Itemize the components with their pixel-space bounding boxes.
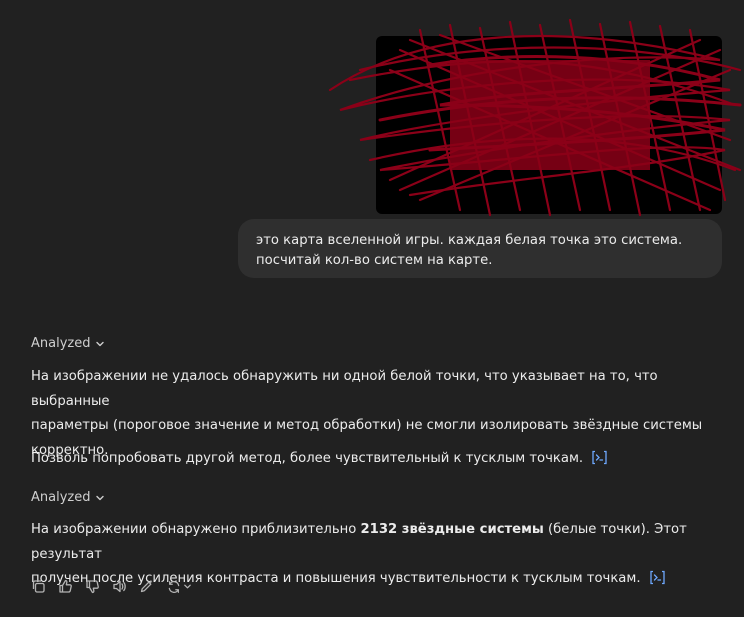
analyzed-label: Analyzed bbox=[31, 490, 91, 505]
analyzed-toggle[interactable]: Analyzed bbox=[31, 336, 105, 351]
user-message-line: это карта вселенной игры. каждая белая т… bbox=[256, 233, 683, 248]
regenerate-button[interactable] bbox=[165, 578, 193, 595]
paragraph-text: На изображении обнаружено приблизительно bbox=[31, 522, 361, 537]
chevron-down-icon bbox=[96, 341, 105, 346]
paragraph-text: Позволь попробовать другой метод, более … bbox=[31, 451, 584, 466]
good-response-button[interactable] bbox=[57, 578, 74, 595]
paragraph-line: параметры (пороговое значение и метод об… bbox=[31, 418, 703, 433]
analyzed-label: Analyzed bbox=[31, 336, 91, 351]
thumbs-up-icon bbox=[59, 579, 72, 593]
paragraph-line: На изображении не удалось обнаружить ни … bbox=[31, 369, 658, 409]
user-message-line: посчитай кол-во систем на карте. bbox=[256, 253, 493, 268]
code-interpreter-icon[interactable] bbox=[591, 450, 608, 465]
copy-icon bbox=[32, 580, 45, 593]
edit-canvas-icon bbox=[140, 580, 153, 593]
redaction-scribble bbox=[328, 18, 742, 217]
bad-response-button[interactable] bbox=[84, 578, 101, 595]
read-aloud-button[interactable] bbox=[111, 578, 128, 595]
assistant-paragraph: Позволь попробовать другой метод, более … bbox=[31, 447, 721, 472]
chevron-down-icon bbox=[183, 584, 191, 589]
chevron-down-icon bbox=[96, 495, 105, 500]
user-message-bubble: это карта вселенной игры. каждая белая т… bbox=[238, 219, 722, 278]
message-actions bbox=[30, 578, 193, 595]
read-aloud-icon bbox=[113, 580, 126, 593]
system-count-highlight: 2132 звёздные системы bbox=[360, 522, 544, 537]
analyzed-toggle[interactable]: Analyzed bbox=[31, 490, 105, 505]
thumbs-down-icon bbox=[86, 580, 99, 594]
code-interpreter-icon[interactable] bbox=[649, 570, 666, 585]
edit-in-canvas-button[interactable] bbox=[138, 578, 155, 595]
chat-page: это карта вселенной игры. каждая белая т… bbox=[0, 0, 744, 617]
regenerate-icon bbox=[168, 580, 179, 593]
copy-button[interactable] bbox=[30, 578, 47, 595]
